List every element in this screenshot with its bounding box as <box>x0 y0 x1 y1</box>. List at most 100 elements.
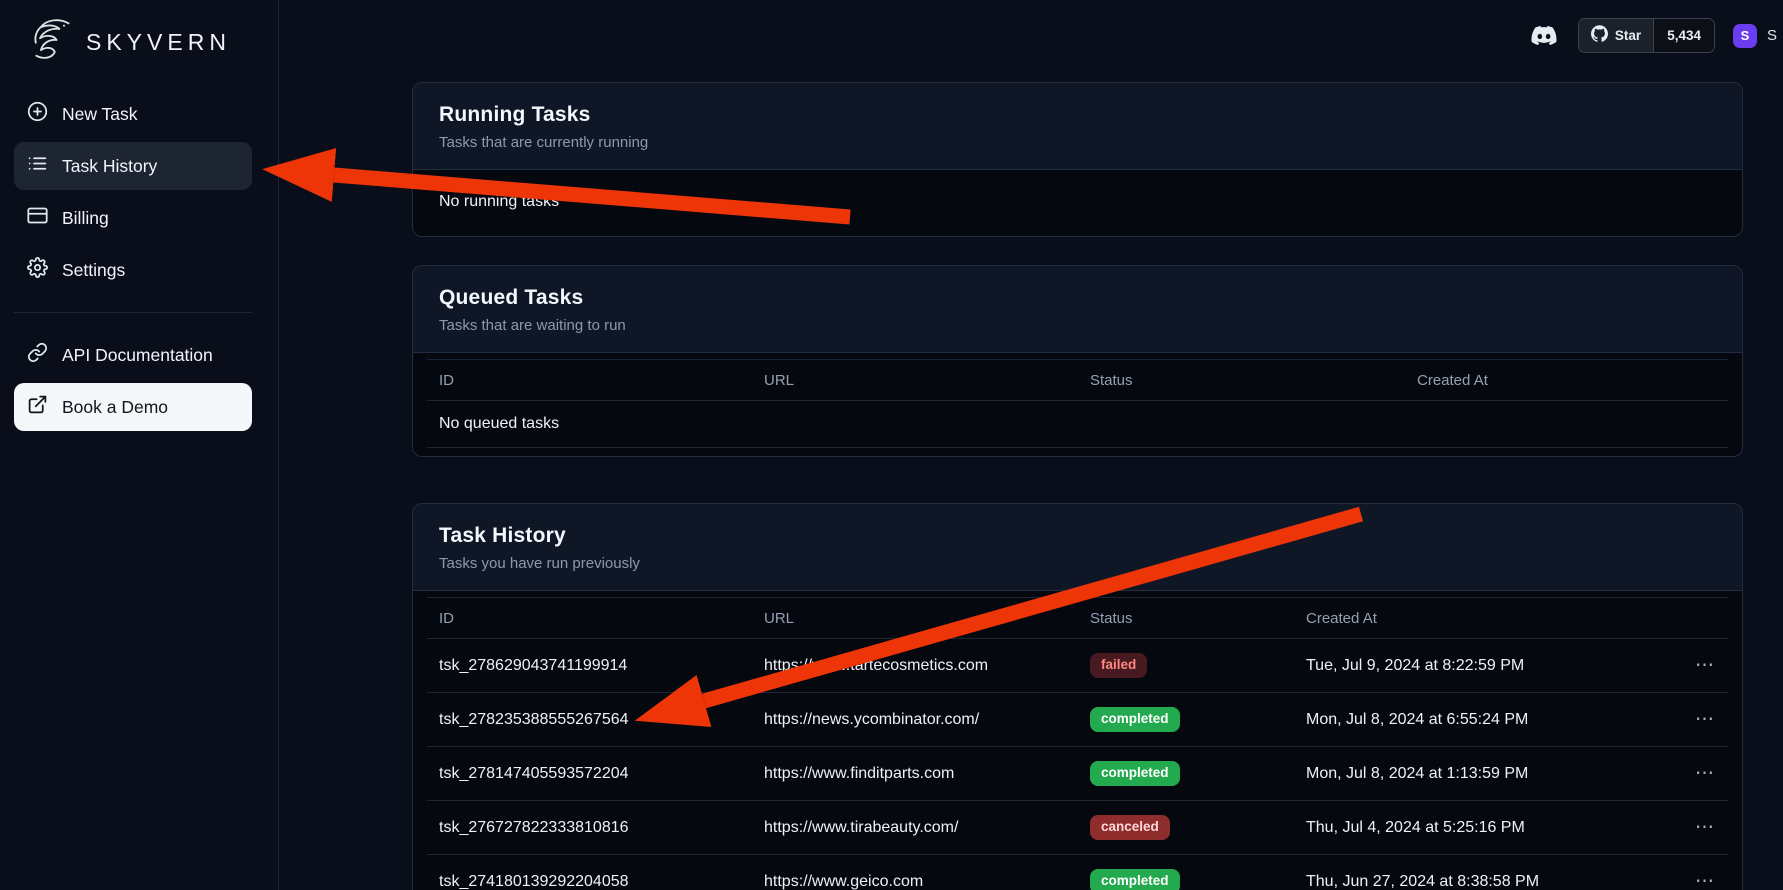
status-badge: canceled <box>1090 815 1170 839</box>
github-star-count[interactable]: 5,434 <box>1653 19 1714 52</box>
task-created-at: Thu, Jun 27, 2024 at 8:38:58 PM <box>1294 873 1674 890</box>
github-icon <box>1591 25 1608 47</box>
queued-tasks-empty-state: No queued tasks <box>427 401 1728 447</box>
discord-icon[interactable] <box>1528 23 1560 48</box>
column-header-created-at: Created At <box>1294 610 1674 627</box>
status-badge: completed <box>1090 707 1180 731</box>
task-url: https://www.geico.com <box>752 873 1078 890</box>
sidebar-item-label: Book a Demo <box>62 397 168 418</box>
card-title: Queued Tasks <box>439 286 1716 310</box>
sidebar-item-label: API Documentation <box>62 345 213 366</box>
status-badge: completed <box>1090 869 1180 890</box>
brand: SKYVERN <box>28 14 252 70</box>
task-id: tsk_278147405593572204 <box>427 765 752 783</box>
link-icon <box>27 342 48 368</box>
task-created-at: Mon, Jul 8, 2024 at 6:55:24 PM <box>1294 711 1674 729</box>
task-created-at: Thu, Jul 4, 2024 at 5:25:16 PM <box>1294 819 1674 837</box>
skyvern-app: SKYVERN New Task Task History <box>0 0 1783 890</box>
column-header-url: URL <box>752 372 1078 389</box>
table-header-row: ID URL Status Created At <box>427 598 1728 639</box>
column-header-status: Status <box>1078 610 1294 627</box>
sidebar-divider <box>14 312 252 313</box>
task-history-table: ID URL Status Created At tsk_27862904374… <box>427 597 1728 890</box>
user-name-partial: S <box>1767 27 1777 44</box>
github-star-button[interactable]: Star <box>1579 19 1653 52</box>
row-actions-button[interactable]: ⋯ <box>1695 764 1714 783</box>
topbar: Star 5,434 S S <box>1528 18 1777 53</box>
actions-cell: ⋯ <box>1674 764 1728 784</box>
sidebar-item-new-task[interactable]: New Task <box>14 90 252 138</box>
sidebar-item-label: Billing <box>62 208 109 229</box>
row-actions-button[interactable]: ⋯ <box>1695 656 1714 675</box>
book-a-demo-button[interactable]: Book a Demo <box>14 383 252 431</box>
external-link-icon <box>27 394 48 420</box>
running-tasks-empty-state: No running tasks <box>427 176 1728 228</box>
github-star-widget[interactable]: Star 5,434 <box>1578 18 1715 53</box>
task-id: tsk_278235388555267564 <box>427 711 752 729</box>
actions-cell: ⋯ <box>1674 710 1728 730</box>
task-history-header: Task History Tasks you have run previous… <box>413 504 1742 591</box>
card-subtitle: Tasks you have run previously <box>439 555 1716 572</box>
queued-tasks-card: Queued Tasks Tasks that are waiting to r… <box>412 265 1743 457</box>
github-star-label: Star <box>1615 28 1641 43</box>
sidebar-item-label: New Task <box>62 104 138 125</box>
actions-cell: ⋯ <box>1674 818 1728 838</box>
list-icon <box>27 153 48 179</box>
actions-cell: ⋯ <box>1674 872 1728 890</box>
column-header-id: ID <box>427 610 752 627</box>
task-url: https://news.ycombinator.com/ <box>752 711 1078 729</box>
queued-tasks-table: ID URL Status Created At No queued tasks <box>427 359 1728 448</box>
table-row[interactable]: tsk_278629043741199914 https://www.tarte… <box>427 639 1728 693</box>
table-row[interactable]: tsk_278235388555267564 https://news.ycom… <box>427 693 1728 747</box>
column-header-url: URL <box>752 610 1078 627</box>
task-created-at: Tue, Jul 9, 2024 at 8:22:59 PM <box>1294 657 1674 675</box>
queued-tasks-empty-row: No queued tasks <box>427 401 1728 448</box>
card-title: Running Tasks <box>439 103 1716 127</box>
actions-cell: ⋯ <box>1674 656 1728 676</box>
task-created-at: Mon, Jul 8, 2024 at 1:13:59 PM <box>1294 765 1674 783</box>
column-header-created-at: Created At <box>1405 372 1728 389</box>
task-id: tsk_276727822333810816 <box>427 819 752 837</box>
task-history-card: Task History Tasks you have run previous… <box>412 503 1743 890</box>
gear-icon <box>27 257 48 283</box>
running-tasks-header: Running Tasks Tasks that are currently r… <box>413 83 1742 170</box>
running-tasks-card: Running Tasks Tasks that are currently r… <box>412 82 1743 237</box>
table-row[interactable]: tsk_274180139292204058 https://www.geico… <box>427 855 1728 890</box>
skyvern-logo-icon <box>28 16 76 69</box>
task-id: tsk_278629043741199914 <box>427 657 752 675</box>
sidebar: SKYVERN New Task Task History <box>0 0 279 890</box>
task-id: tsk_274180139292204058 <box>427 873 752 890</box>
credit-card-icon <box>27 205 48 231</box>
status-cell: canceled <box>1078 815 1294 839</box>
task-url: https://www.finditparts.com <box>752 765 1078 783</box>
column-header-status: Status <box>1078 372 1405 389</box>
status-badge: completed <box>1090 761 1180 785</box>
row-actions-button[interactable]: ⋯ <box>1695 872 1714 890</box>
brand-name: SKYVERN <box>86 29 231 56</box>
table-row[interactable]: tsk_278147405593572204 https://www.findi… <box>427 747 1728 801</box>
task-url: https://www.tartecosmetics.com <box>752 657 1078 675</box>
queued-tasks-header: Queued Tasks Tasks that are waiting to r… <box>413 266 1742 353</box>
table-header-row: ID URL Status Created At <box>427 360 1728 401</box>
sidebar-item-task-history[interactable]: Task History <box>14 142 252 190</box>
sidebar-item-billing[interactable]: Billing <box>14 194 252 242</box>
user-avatar[interactable]: S <box>1733 24 1757 48</box>
card-subtitle: Tasks that are waiting to run <box>439 317 1716 334</box>
plus-circle-icon <box>27 101 48 127</box>
card-title: Task History <box>439 524 1716 548</box>
status-cell: completed <box>1078 761 1294 785</box>
column-header-id: ID <box>427 372 752 389</box>
table-row[interactable]: tsk_276727822333810816 https://www.tirab… <box>427 801 1728 855</box>
status-cell: completed <box>1078 869 1294 890</box>
sidebar-item-label: Settings <box>62 260 125 281</box>
status-cell: completed <box>1078 707 1294 731</box>
row-actions-button[interactable]: ⋯ <box>1695 710 1714 729</box>
task-url: https://www.tirabeauty.com/ <box>752 819 1078 837</box>
sidebar-item-settings[interactable]: Settings <box>14 246 252 294</box>
status-badge: failed <box>1090 653 1147 677</box>
sidebar-item-api-documentation[interactable]: API Documentation <box>14 331 252 379</box>
sidebar-nav: New Task Task History Billing <box>14 90 252 431</box>
status-cell: failed <box>1078 653 1294 677</box>
main-content: Star 5,434 S S Running Tasks Tasks that … <box>279 0 1783 890</box>
row-actions-button[interactable]: ⋯ <box>1695 818 1714 837</box>
